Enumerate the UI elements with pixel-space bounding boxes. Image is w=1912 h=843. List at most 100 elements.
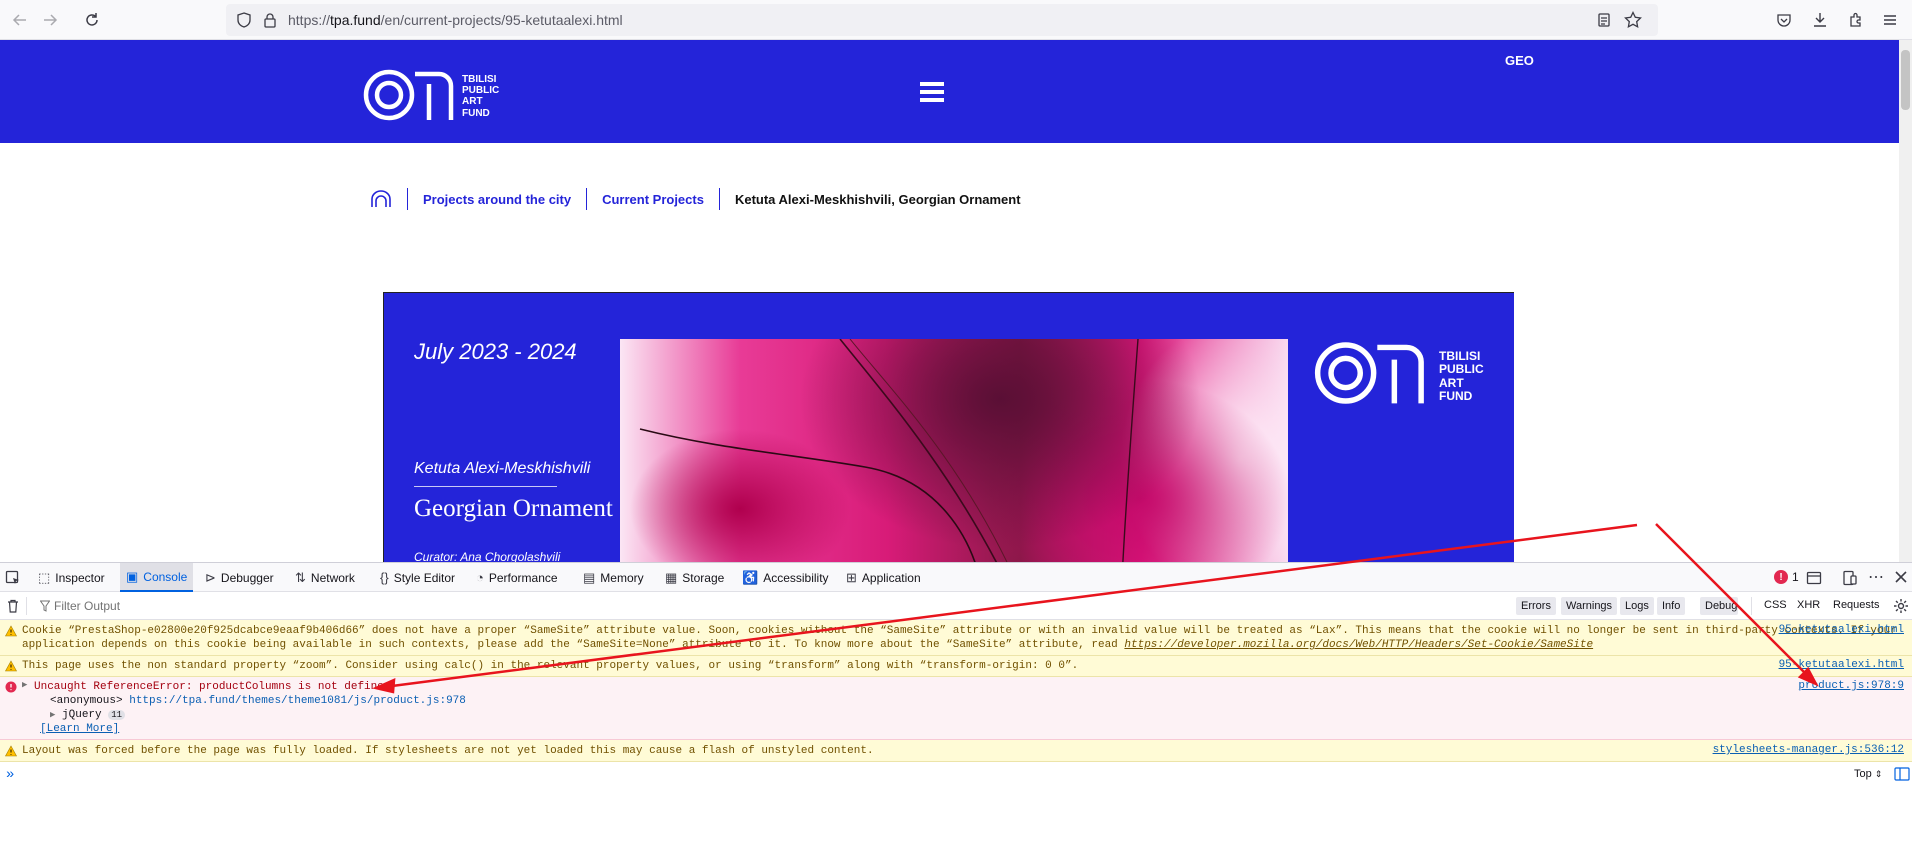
- breadcrumb-current-projects[interactable]: Current Projects: [602, 192, 704, 207]
- reader-view-icon[interactable]: [1596, 12, 1612, 28]
- back-icon[interactable]: [8, 8, 32, 32]
- stack-trace-frame: <anonymous> https://tpa.fund/themes/them…: [50, 695, 466, 707]
- tab-performance[interactable]: ◔ Performance: [476, 563, 558, 592]
- breadcrumb-separator: [718, 188, 720, 210]
- browser-toolbar: https://tpa.fund/en/current-projects/95-…: [0, 0, 1912, 40]
- forward-icon[interactable]: [38, 8, 62, 32]
- banner-artist: Ketuta Alexi-Meskhishvili: [414, 460, 591, 477]
- chevron-down-icon: ⇕: [1874, 769, 1883, 779]
- breadcrumb-projects-around-city[interactable]: Projects around the city: [423, 192, 571, 207]
- warning-text-line2: application depends on this cookie being…: [22, 639, 1594, 651]
- more-options-icon[interactable]: ⋯: [1868, 567, 1884, 587]
- console-message-warning[interactable]: This page uses the non standard property…: [0, 656, 1912, 677]
- console-input[interactable]: » Top ⇕: [0, 764, 1912, 786]
- message-source-link[interactable]: 95-ketutaalexi.html: [1779, 624, 1904, 636]
- home-icon[interactable]: [370, 190, 392, 208]
- url-text: https://tpa.fund/en/current-projects/95-…: [288, 12, 623, 28]
- bookmark-star-icon[interactable]: [1624, 11, 1642, 29]
- message-source-link[interactable]: stylesheets-manager.js:536:12: [1713, 744, 1904, 756]
- banner-date: July 2023 - 2024: [414, 339, 577, 364]
- address-bar[interactable]: https://tpa.fund/en/current-projects/95-…: [226, 4, 1658, 36]
- element-picker-icon[interactable]: [5, 570, 21, 586]
- console-message-warning[interactable]: Cookie “PrestaShop-e02800e20f925dcabce9e…: [0, 620, 1912, 656]
- menu-icon[interactable]: [1878, 8, 1902, 32]
- responsive-design-icon[interactable]: [1842, 570, 1858, 586]
- page-viewport: TBILISI PUBLIC ART FUND GEO Projects around…: [0, 40, 1912, 562]
- context-selector[interactable]: Top ⇕: [1854, 768, 1882, 780]
- reload-icon[interactable]: [80, 8, 104, 32]
- performance-icon: ◔: [476, 570, 484, 585]
- toolbar-divider: [1751, 597, 1752, 615]
- lock-icon[interactable]: [262, 12, 278, 28]
- devtools-toolbar: ⬚ Inspector ▣ Console ⊳ Debugger ⇅ Network {…: [0, 562, 1912, 592]
- tab-memory[interactable]: ▤ Memory: [583, 563, 644, 592]
- filter-logs-button[interactable]: Logs: [1620, 597, 1654, 615]
- page-scrollbar[interactable]: [1899, 40, 1912, 562]
- warning-text: Layout was forced before the page was fu…: [22, 745, 874, 757]
- console-filter-bar: Filter Output Errors Warnings Logs Info …: [0, 592, 1912, 620]
- tab-inspector[interactable]: ⬚ Inspector: [38, 563, 105, 592]
- message-source-link[interactable]: product.js:978:9: [1798, 680, 1904, 692]
- filter-css-button[interactable]: CSS: [1764, 599, 1787, 611]
- expand-arrow-icon[interactable]: ▶: [22, 680, 27, 690]
- pocket-icon[interactable]: [1772, 8, 1796, 32]
- site-logo[interactable]: [363, 68, 455, 122]
- language-switch-geo[interactable]: GEO: [1505, 53, 1534, 68]
- warning-icon: [5, 625, 17, 637]
- tab-console[interactable]: ▣ Console: [120, 563, 194, 592]
- breadcrumb-separator: [407, 188, 408, 210]
- artwork-image: [620, 339, 1288, 562]
- filter-output-input[interactable]: [28, 595, 1208, 617]
- editor-mode-icon[interactable]: [1894, 767, 1910, 781]
- banner-divider: [414, 486, 557, 487]
- console-settings-gear-icon[interactable]: [1893, 598, 1909, 614]
- warning-text-line1: Cookie “PrestaShop-e02800e20f925dcabce9e…: [22, 625, 1897, 637]
- error-text: Uncaught ReferenceError: productColumns …: [34, 681, 391, 693]
- filter-debug-button[interactable]: Debug: [1700, 597, 1738, 615]
- style-editor-icon: {}: [380, 570, 389, 585]
- console-message-error[interactable]: ▶ Uncaught ReferenceError: productColumn…: [0, 677, 1912, 740]
- filter-errors-button[interactable]: Errors: [1516, 597, 1556, 615]
- console-prompt-chevron-icon: »: [6, 767, 15, 783]
- tab-accessibility[interactable]: ♿ Accessibility: [742, 563, 829, 592]
- breadcrumb-separator: [586, 188, 588, 210]
- hamburger-menu-icon[interactable]: [920, 81, 944, 103]
- close-devtools-icon[interactable]: [1894, 570, 1908, 584]
- site-header: TBILISI PUBLIC ART FUND GEO: [0, 40, 1899, 143]
- application-icon: ⊞: [846, 569, 857, 585]
- filter-info-button[interactable]: Info: [1657, 597, 1686, 615]
- tab-application[interactable]: ⊞ Application: [846, 563, 921, 592]
- error-count[interactable]: 1: [1792, 570, 1799, 584]
- banner-logo-text: TBILISI PUBLIC ART FUND: [1439, 349, 1484, 404]
- filter-warnings-button[interactable]: Warnings: [1561, 597, 1618, 615]
- filter-requests-button[interactable]: Requests: [1833, 599, 1879, 611]
- warning-text: This page uses the non standard property…: [22, 660, 1079, 672]
- jquery-frame-count: 11: [108, 710, 126, 720]
- tab-style-editor[interactable]: {} Style Editor: [380, 563, 455, 592]
- console-message-warning[interactable]: Layout was forced before the page was fu…: [0, 740, 1912, 762]
- mdn-samesite-link[interactable]: https://developer.mozilla.org/docs/Web/H…: [1124, 639, 1593, 651]
- trash-icon[interactable]: [6, 599, 20, 613]
- downloads-icon[interactable]: [1808, 8, 1832, 32]
- storage-icon: ▦: [665, 569, 678, 585]
- error-indicator-icon[interactable]: !: [1774, 570, 1788, 584]
- banner-logo: [1314, 338, 1426, 408]
- banner-title: Georgian Ornament: [414, 495, 613, 522]
- expand-arrow-icon: ▶: [50, 710, 56, 720]
- stack-trace-jquery[interactable]: ▶ jQuery 11: [50, 708, 126, 722]
- banner-curator: Curator: Ana Chorgolashvili: [414, 550, 561, 562]
- extensions-icon[interactable]: [1844, 8, 1868, 32]
- tab-debugger[interactable]: ⊳ Debugger: [205, 563, 274, 592]
- shield-icon[interactable]: [236, 12, 252, 28]
- warning-icon: [5, 745, 17, 757]
- tab-network[interactable]: ⇅ Network: [295, 563, 355, 592]
- tab-storage[interactable]: ▦ Storage: [665, 563, 724, 592]
- split-console-icon[interactable]: [1806, 570, 1822, 586]
- page-scrollbar-thumb[interactable]: [1901, 50, 1910, 110]
- inspector-icon: ⬚: [38, 569, 51, 585]
- message-source-link[interactable]: 95-ketutaalexi.html: [1779, 659, 1904, 671]
- learn-more-link[interactable]: [Learn More]: [40, 722, 119, 736]
- filter-xhr-button[interactable]: XHR: [1797, 599, 1820, 611]
- stack-trace-url[interactable]: https://tpa.fund/themes/theme1081/js/pro…: [129, 695, 466, 707]
- error-icon: [5, 681, 17, 693]
